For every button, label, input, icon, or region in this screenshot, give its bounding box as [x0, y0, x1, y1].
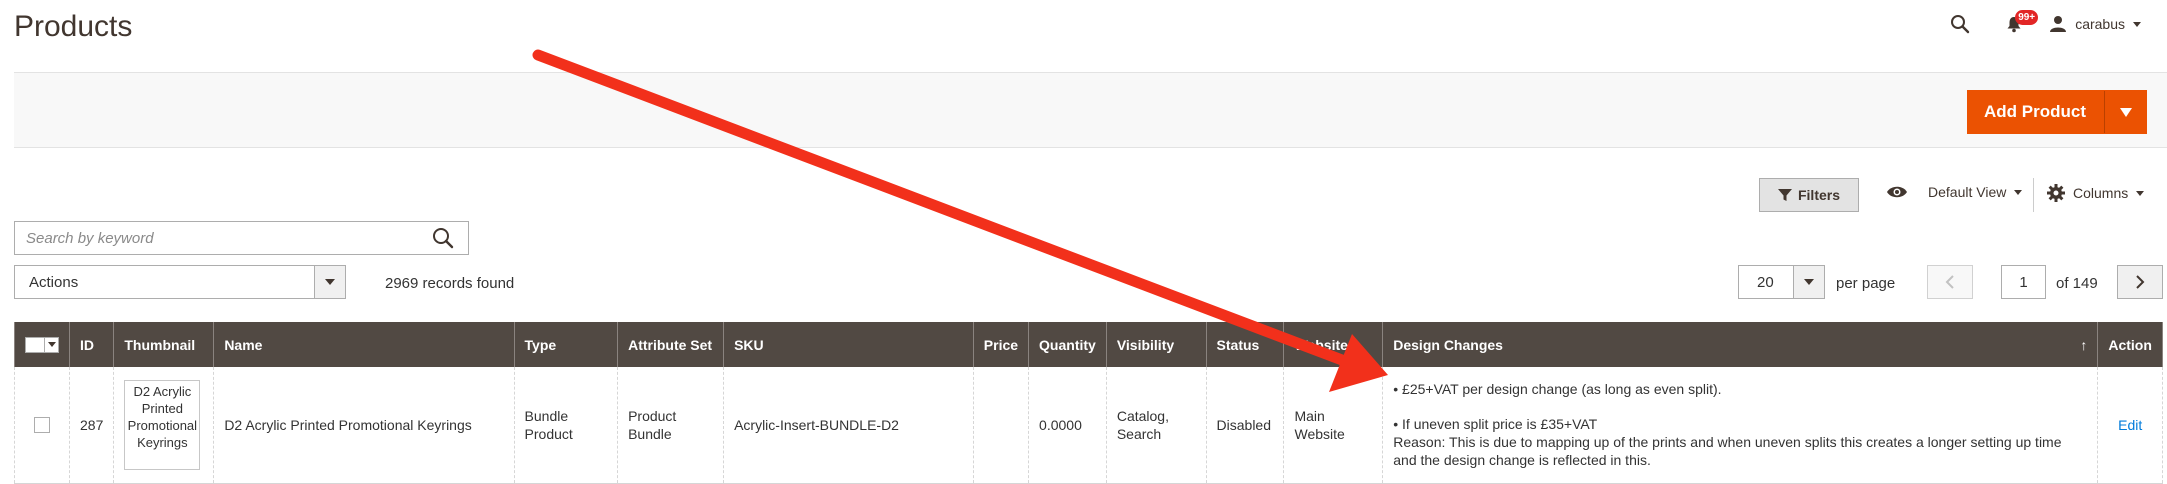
per-page-label: per page: [1836, 275, 1896, 292]
cell-attribute-set: Product Bundle: [617, 367, 725, 484]
notifications-button[interactable]: 99+: [1997, 9, 2039, 39]
chevron-down-icon: [2014, 189, 2023, 195]
per-page-value: 20: [1757, 273, 1774, 291]
row-select-cell: [14, 367, 70, 484]
search-icon: [1951, 15, 1970, 34]
cell-thumbnail: D2 Acrylic Printed Promotional Keyrings: [113, 367, 215, 484]
add-product-split-button: Add Product: [1967, 90, 2147, 134]
cell-type: Bundle Product: [513, 367, 619, 484]
user-name: carabus: [2075, 16, 2125, 32]
column-header-name[interactable]: Name: [213, 322, 515, 367]
total-pages: of 149: [2056, 275, 2098, 292]
filters-label: Filters: [1797, 187, 1840, 203]
eye-icon: [1887, 186, 1907, 198]
mass-select-checkbox[interactable]: [25, 336, 59, 353]
column-header-price[interactable]: Price: [972, 322, 1030, 367]
filters-button[interactable]: Filters: [1759, 178, 1859, 212]
actions-label: Actions: [29, 273, 79, 291]
columns-control[interactable]: Columns: [2047, 184, 2145, 202]
column-header-status[interactable]: Status: [1205, 322, 1285, 367]
column-header-attribute-set[interactable]: Attribute Set: [617, 322, 725, 367]
page-title: Products: [14, 10, 133, 43]
chevron-down-icon: [2133, 21, 2141, 27]
product-thumbnail[interactable]: D2 Acrylic Printed Promotional Keyrings: [124, 379, 201, 470]
column-header-id[interactable]: ID: [68, 322, 115, 367]
view-switcher[interactable]: Default View: [1886, 184, 2023, 200]
search-input[interactable]: [15, 222, 415, 254]
per-page-toggle[interactable]: [1793, 266, 1824, 298]
previous-page-button[interactable]: [1927, 265, 1973, 299]
filter-icon: [1777, 189, 1792, 201]
column-header-thumbnail: Thumbnail: [113, 322, 215, 367]
column-header-action: Action: [2097, 322, 2163, 367]
user-icon: [2050, 16, 2067, 32]
chevron-down-icon: [1804, 279, 1814, 285]
columns-label: Columns: [2073, 185, 2129, 201]
toolbar-divider: [2033, 178, 2034, 212]
add-product-type-toggle[interactable]: [2104, 91, 2146, 133]
chevron-right-icon: [2136, 275, 2145, 289]
gear-icon: [2047, 184, 2065, 202]
column-header-websites[interactable]: Websites: [1283, 322, 1384, 367]
page-actions-bar: Add Product: [14, 72, 2167, 148]
cell-quantity: 0.0000: [1028, 367, 1107, 484]
design-change-line: • £25+VAT per design change (as long as …: [1393, 381, 1722, 398]
column-header-type[interactable]: Type: [513, 322, 619, 367]
sort-ascending-icon: ↑: [2080, 336, 2088, 353]
cell-action: Edit: [2097, 367, 2163, 484]
actions-dropdown-toggle[interactable]: [314, 266, 345, 298]
global-search-button[interactable]: [1943, 9, 1977, 39]
keyword-search: [14, 221, 469, 255]
cell-design-changes: • £25+VAT per design change (as long as …: [1382, 367, 2099, 484]
grid-header-row: ID Thumbnail Name Type Attribute Set SKU…: [14, 322, 2163, 367]
column-header-quantity[interactable]: Quantity: [1028, 322, 1107, 367]
cell-visibility: Catalog, Search: [1105, 367, 1207, 484]
cell-sku: Acrylic-Insert-BUNDLE-D2: [723, 367, 974, 484]
cell-websites: Main Website: [1283, 367, 1384, 484]
design-change-reason: Reason: This is due to mapping up of the…: [1393, 434, 2062, 469]
chevron-down-icon: [47, 342, 56, 347]
add-product-button[interactable]: Add Product: [1968, 91, 2104, 133]
header-actions: 99+ carabus: [1943, 10, 2141, 38]
design-change-line: • If uneven split price is £35+VAT: [1393, 416, 1598, 433]
chevron-left-icon: [1945, 275, 1954, 289]
mass-select-header: [14, 322, 70, 367]
cell-price: [972, 367, 1030, 484]
column-header-visibility[interactable]: Visibility: [1105, 322, 1207, 367]
current-page-input[interactable]: 1: [2001, 265, 2046, 299]
mass-actions-select[interactable]: Actions: [14, 265, 346, 299]
user-menu[interactable]: carabus: [2049, 15, 2141, 33]
next-page-button[interactable]: [2117, 265, 2163, 299]
edit-link[interactable]: Edit: [2118, 417, 2142, 433]
view-label: Default View: [1928, 184, 2007, 200]
products-grid: ID Thumbnail Name Type Attribute Set SKU…: [14, 322, 2163, 484]
search-submit-button[interactable]: [432, 227, 454, 254]
cell-status: Disabled: [1205, 367, 1285, 484]
search-icon: [433, 228, 454, 249]
chevron-down-icon: [2136, 190, 2145, 196]
records-found: 2969 records found: [385, 275, 515, 292]
chevron-down-icon: [325, 279, 335, 285]
cell-name: D2 Acrylic Printed Promotional Keyrings: [213, 367, 515, 484]
table-row: 287 D2 Acrylic Printed Promotional Keyri…: [14, 367, 2163, 484]
row-checkbox[interactable]: [34, 416, 50, 433]
design-changes-header-label: Design Changes: [1393, 336, 1503, 353]
per-page-select[interactable]: 20: [1738, 265, 1825, 299]
cell-id: 287: [68, 367, 115, 484]
notifications-badge: 99+: [2015, 10, 2039, 25]
column-header-sku[interactable]: SKU: [723, 322, 974, 367]
chevron-down-icon: [2119, 107, 2132, 117]
column-header-design-changes[interactable]: Design Changes ↑: [1382, 322, 2099, 367]
